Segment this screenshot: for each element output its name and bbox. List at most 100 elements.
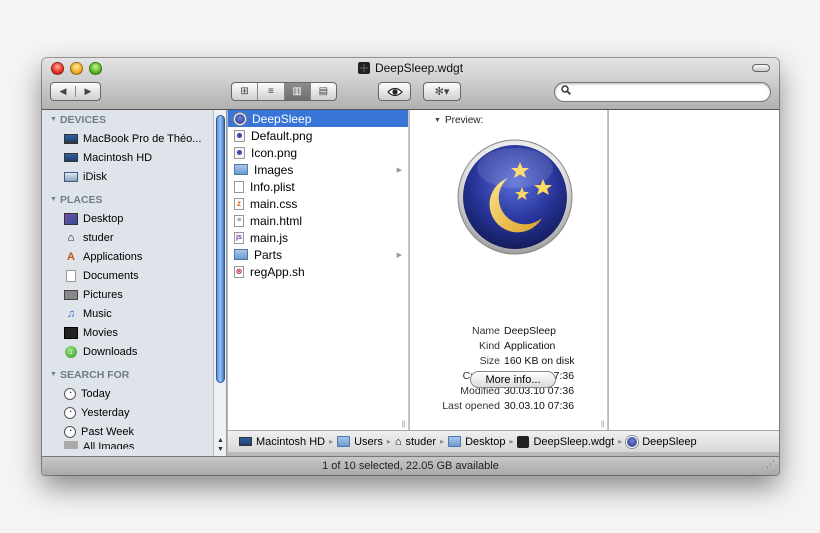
sidebar-item-all-images[interactable]: All Images <box>42 441 226 449</box>
folder-icon <box>234 164 248 175</box>
action-menu-button[interactable]: ✻▾ <box>423 82 461 101</box>
path-separator-icon: ▸ <box>440 437 445 446</box>
file-item-main-html[interactable]: ≡ main.html <box>228 212 408 229</box>
quick-look-button[interactable] <box>378 82 411 101</box>
file-item-parts[interactable]: Parts ▶ <box>228 246 408 263</box>
clock-icon: ◔ <box>64 406 76 419</box>
file-item-deepsleep[interactable]: DeepSleep <box>228 110 408 127</box>
movies-icon <box>64 326 78 339</box>
sidebar-section-devices[interactable]: ▼ DEVICES <box>42 110 226 129</box>
column-resize-handle[interactable]: || <box>402 421 406 428</box>
column-view-button[interactable]: ▥ <box>284 83 311 100</box>
sidebar-section-places[interactable]: ▼ PLACES <box>42 190 226 209</box>
info-row-kind: Kind Application <box>478 340 556 352</box>
info-row-name: Name DeepSleep <box>471 325 556 337</box>
file-item-info-plist[interactable]: Info.plist <box>228 178 408 195</box>
list-view-button[interactable]: ≡ <box>258 83 285 100</box>
path-crumb-desktop[interactable]: Desktop <box>448 436 505 448</box>
resize-grip-icon[interactable]: ⋰ <box>766 455 775 473</box>
sidebar-scroll-thumb[interactable] <box>216 115 225 383</box>
file-item-main-js[interactable]: js main.js <box>228 229 408 246</box>
toolbar-toggle-button[interactable] <box>752 64 770 72</box>
icon-view-button[interactable]: ⊞ <box>232 83 259 100</box>
pictures-icon <box>64 289 78 300</box>
path-crumb-deepsleep[interactable]: DeepSleep <box>626 435 697 448</box>
sidebar-item-yesterday[interactable]: ◔ Yesterday <box>42 403 226 422</box>
file-item-regapp-sh[interactable]: ⊛ regApp.sh <box>228 263 408 280</box>
disclosure-triangle-icon: ▼ <box>434 117 441 124</box>
image-file-icon <box>234 129 245 142</box>
downloads-icon: ↓ <box>64 345 78 358</box>
coverflow-view-button[interactable]: ▤ <box>311 83 336 100</box>
file-item-images[interactable]: Images ▶ <box>228 161 408 178</box>
back-forward-group: ◀ ▶ <box>50 82 101 101</box>
desktop-icon <box>64 212 78 225</box>
deepsleep-app-icon <box>457 139 573 255</box>
file-item-default-png[interactable]: Default.png <box>228 127 408 144</box>
css-file-icon: z <box>234 197 244 210</box>
chevron-right-icon: ▶ <box>396 251 402 259</box>
hard-disk-icon <box>64 151 78 164</box>
sidebar-item-studer[interactable]: ⌂ studer <box>42 228 226 247</box>
applications-icon: A <box>67 250 75 263</box>
home-icon: ⌂ <box>67 231 75 244</box>
sidebar-item-macbook[interactable]: MacBook Pro de Théo... <box>42 129 226 148</box>
hard-disk-icon <box>239 437 252 446</box>
more-info-button[interactable]: More info... <box>470 371 556 388</box>
forward-button[interactable]: ▶ <box>76 86 100 97</box>
sidebar-item-macintosh-hd[interactable]: Macintosh HD <box>42 148 226 167</box>
folder-icon <box>448 436 462 447</box>
folder-icon <box>337 436 351 447</box>
path-crumb-studer[interactable]: ⌂ studer <box>395 436 436 448</box>
sidebar-item-music[interactable]: ♫ Music <box>42 304 226 323</box>
sidebar-item-applications[interactable]: A Applications <box>42 247 226 266</box>
file-column: DeepSleep Default.png Icon.png Images ▶ I… <box>228 110 418 430</box>
path-separator-icon: ▸ <box>329 437 334 446</box>
path-crumb-users[interactable]: Users <box>337 436 383 448</box>
documents-icon <box>64 269 78 282</box>
path-crumb-deepsleep-wdgt[interactable]: DeepSleep.wdgt <box>517 435 614 448</box>
sidebar-item-pictures[interactable]: Pictures <box>42 285 226 304</box>
disclosure-triangle-icon: ▼ <box>50 116 57 123</box>
file-item-main-css[interactable]: z main.css <box>228 195 408 212</box>
file-item-icon-png[interactable]: Icon.png <box>228 144 408 161</box>
sidebar-section-search-for[interactable]: ▼ SEARCH FOR <box>42 365 226 384</box>
sidebar-item-today[interactable]: ◔ Today <box>42 384 226 403</box>
window-title: DeepSleep.wdgt <box>374 61 464 75</box>
status-bar: 1 of 10 selected, 22.05 GB available ⋰ <box>42 456 779 475</box>
path-separator-icon: ▸ <box>618 437 623 446</box>
view-mode-group: ⊞ ≡ ▥ ▤ <box>231 82 337 101</box>
scroll-arrows[interactable]: ▲ ▼ <box>215 436 226 454</box>
image-file-icon <box>234 146 245 159</box>
path-separator-icon: ▸ <box>509 437 514 446</box>
images-icon <box>64 441 78 449</box>
empty-column <box>609 110 779 430</box>
path-crumb-macintosh-hd[interactable]: Macintosh HD <box>239 436 325 448</box>
sidebar-item-desktop[interactable]: Desktop <box>42 209 226 228</box>
sidebar-item-movies[interactable]: Movies <box>42 323 226 342</box>
info-row-size: Size 160 KB on disk <box>479 355 575 367</box>
sidebar-item-idisk[interactable]: iDisk <box>42 167 226 186</box>
status-text: 1 of 10 selected, 22.05 GB available <box>322 460 499 472</box>
sidebar-item-documents[interactable]: Documents <box>42 266 226 285</box>
sidebar-item-downloads[interactable]: ↓ Downloads <box>42 342 226 361</box>
search-input[interactable] <box>575 85 765 99</box>
search-icon <box>561 85 571 98</box>
disclosure-triangle-icon: ▼ <box>50 196 57 203</box>
app-icon <box>234 112 246 125</box>
sidebar-scrollbar[interactable]: ▲ ▼ <box>213 110 226 456</box>
info-row-last-opened: Last opened 30.03.10 07:36 <box>442 400 575 412</box>
chevron-right-icon: ▶ <box>396 166 402 174</box>
gear-icon: ✻▾ <box>434 86 450 98</box>
preview-header[interactable]: ▼ Preview: <box>434 115 483 126</box>
home-icon: ⌂ <box>394 435 402 448</box>
sidebar-item-past-week[interactable]: ◔ Past Week <box>42 422 226 441</box>
column-resize-handle[interactable]: || <box>601 421 605 428</box>
js-file-icon: js <box>234 231 244 244</box>
idisk-icon <box>64 170 78 183</box>
back-button[interactable]: ◀ <box>51 86 76 97</box>
document-icon <box>234 180 244 193</box>
window-title-group: DeepSleep.wdgt <box>42 61 779 75</box>
finder-window: DeepSleep.wdgt ◀ ▶ ⊞ ≡ ▥ ▤ ✻▾ ▼ DEVICES … <box>42 58 779 475</box>
search-field[interactable] <box>554 82 771 102</box>
